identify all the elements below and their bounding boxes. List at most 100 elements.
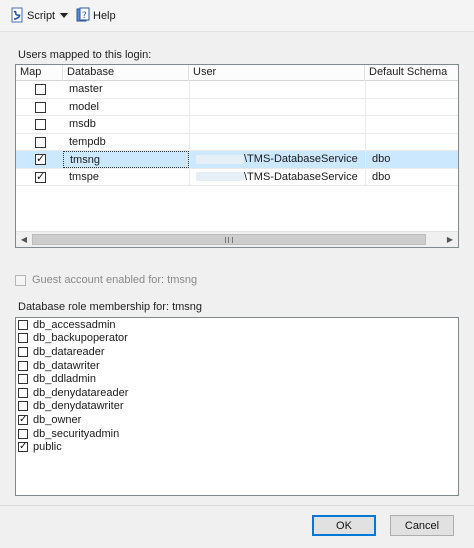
list-item[interactable]: ✓ public <box>16 440 458 454</box>
map-checkbox[interactable]: ✓ <box>35 119 46 130</box>
map-checkbox[interactable]: ✓ <box>35 136 46 148</box>
guest-account-checkbox[interactable]: ✓ <box>15 274 26 286</box>
list-item[interactable]: ✓ db_owner <box>16 413 458 427</box>
users-mapped-grid[interactable]: Map Database User Default Schema ✓ master… <box>15 64 459 248</box>
user-cell[interactable] <box>189 81 365 98</box>
role-checkbox[interactable]: ✓ <box>18 387 28 398</box>
list-item[interactable]: ✓ db_securityadmin <box>16 427 458 441</box>
guest-account-checkbox-row[interactable]: ✓ Guest account enabled for: tmsng <box>15 274 197 286</box>
default-schema-cell[interactable] <box>365 133 458 151</box>
database-cell: msdb <box>69 118 96 130</box>
role-checkbox[interactable]: ✓ <box>18 346 28 357</box>
database-cell: tmspe <box>69 170 99 183</box>
caret-down-icon <box>60 10 68 22</box>
list-item[interactable]: ✓ db_datawriter <box>16 359 458 373</box>
horizontal-scrollbar[interactable]: ◀ ▶ <box>16 231 458 247</box>
list-item[interactable]: ✓ db_accessadmin <box>16 318 458 332</box>
role-checkbox[interactable]: ✓ <box>18 401 28 412</box>
default-schema-cell[interactable] <box>365 81 458 98</box>
scroll-left-icon[interactable]: ◀ <box>16 232 32 247</box>
list-item[interactable]: ✓ db_backupoperator <box>16 332 458 346</box>
cancel-button[interactable]: Cancel <box>390 515 454 536</box>
role-label: db_securityadmin <box>33 427 120 440</box>
guest-account-label: Guest account enabled for: tmsng <box>32 274 198 286</box>
role-membership-label: Database role membership for: tmsng <box>18 301 203 313</box>
map-checkbox[interactable]: ✓ <box>35 153 46 165</box>
map-cell: ✓ <box>16 81 63 98</box>
map-checkbox[interactable]: ✓ <box>35 171 46 183</box>
role-checkbox[interactable]: ✓ <box>18 319 28 330</box>
role-label: db_ddladmin <box>33 373 96 386</box>
svg-text:?: ? <box>82 11 87 21</box>
table-row[interactable]: ✓ tmspe \TMS-DatabaseService dbo <box>16 168 458 186</box>
dialog-footer: OK Cancel <box>0 505 474 548</box>
column-header-user[interactable]: User <box>189 65 365 81</box>
role-label: db_owner <box>33 413 82 426</box>
role-membership-list: ✓ db_accessadmin ✓ db_backupoperator ✓ db_dat… <box>15 317 459 496</box>
scrollbar-thumb[interactable] <box>32 234 426 245</box>
table-row[interactable]: ✓ tempdb <box>16 133 458 151</box>
column-header-map[interactable]: Map <box>16 65 63 81</box>
role-label: db_denydatawriter <box>33 400 124 413</box>
user-cell[interactable]: \TMS-DatabaseService <box>189 168 365 186</box>
role-checkbox[interactable]: ✓ <box>18 360 28 371</box>
default-schema-cell[interactable] <box>365 98 458 116</box>
map-cell: ✓ <box>16 134 63 151</box>
user-cell[interactable]: \TMS-DatabaseService <box>189 151 365 168</box>
grip-icon <box>225 237 233 243</box>
database-cell: master <box>69 83 103 95</box>
role-checkbox[interactable]: ✓ <box>18 374 28 385</box>
scroll-right-icon[interactable]: ▶ <box>442 232 458 247</box>
ok-button[interactable]: OK <box>312 515 376 536</box>
grid-rows: ✓ master ✓ model ✓ msdb ✓ tempdb ✓ tmsng \TMS-Data… <box>16 81 458 186</box>
user-name-text: \TMS-DatabaseService <box>244 153 358 165</box>
list-item[interactable]: ✓ db_datareader <box>16 345 458 359</box>
user-cell[interactable] <box>189 116 365 133</box>
help-icon: ? <box>75 7 91 26</box>
redacted-domain <box>196 172 244 182</box>
role-checkbox[interactable]: ✓ <box>18 414 28 425</box>
role-label: db_accessadmin <box>33 318 116 331</box>
role-checkbox[interactable]: ✓ <box>18 333 28 344</box>
user-cell[interactable] <box>189 98 365 116</box>
database-cell: model <box>69 100 99 113</box>
table-row[interactable]: ✓ master <box>16 81 458 99</box>
role-label: db_backupoperator <box>33 332 128 345</box>
database-cell: tmsng <box>63 151 189 168</box>
user-cell[interactable] <box>189 133 365 151</box>
script-label: Script <box>27 10 56 22</box>
map-cell: ✓ <box>16 169 63 186</box>
list-item[interactable]: ✓ db_ddladmin <box>16 372 458 386</box>
role-label: db_denydatareader <box>33 386 129 399</box>
map-cell: ✓ <box>16 116 63 133</box>
table-row[interactable]: ✓ model <box>16 98 458 116</box>
table-row[interactable]: ✓ msdb <box>16 116 458 134</box>
toolbar: Script ? Help <box>0 0 474 32</box>
list-item[interactable]: ✓ db_denydatawriter <box>16 400 458 414</box>
role-checkbox[interactable]: ✓ <box>18 441 28 453</box>
role-label: db_datareader <box>33 345 105 358</box>
list-item[interactable]: ✓ db_denydatareader <box>16 386 458 400</box>
default-schema-cell[interactable]: dbo <box>365 151 458 168</box>
role-label: db_datawriter <box>33 359 100 372</box>
role-checkbox[interactable]: ✓ <box>18 428 28 439</box>
database-cell: tempdb <box>69 135 106 148</box>
role-label: public <box>33 441 62 454</box>
map-cell: ✓ <box>16 99 63 116</box>
script-icon <box>9 7 25 26</box>
users-mapped-label: Users mapped to this login: <box>18 49 152 61</box>
script-dropdown-button[interactable] <box>60 8 68 24</box>
table-row[interactable]: ✓ tmsng \TMS-DatabaseService dbo <box>16 151 458 169</box>
help-label: Help <box>93 10 116 22</box>
column-header-database[interactable]: Database <box>63 65 189 81</box>
map-cell: ✓ <box>16 151 63 168</box>
help-button[interactable]: ? Help <box>75 7 116 26</box>
default-schema-cell[interactable]: dbo <box>365 168 458 186</box>
map-checkbox[interactable]: ✓ <box>35 84 46 95</box>
script-button[interactable]: Script <box>9 7 56 26</box>
user-name-text: \TMS-DatabaseService <box>244 170 358 183</box>
column-header-default-schema[interactable]: Default Schema <box>365 65 458 81</box>
redacted-domain <box>196 154 244 164</box>
map-checkbox[interactable]: ✓ <box>35 101 46 113</box>
default-schema-cell[interactable] <box>365 116 458 133</box>
